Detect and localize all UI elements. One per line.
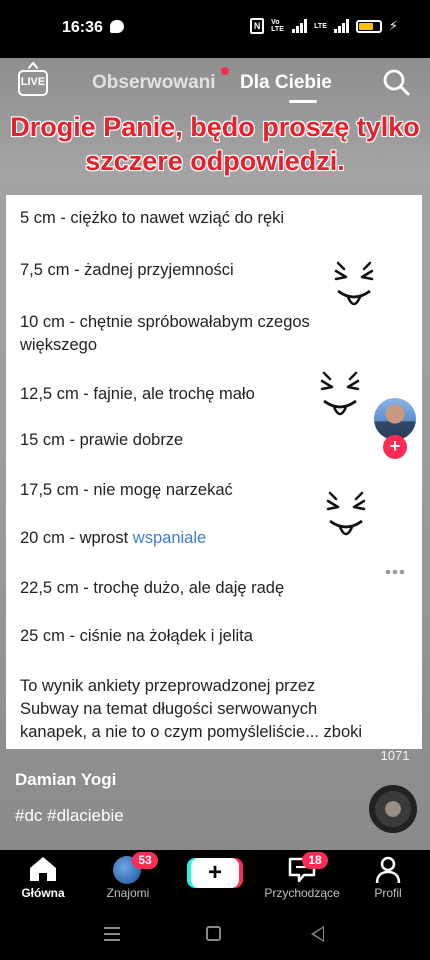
share-button[interactable] <box>372 698 418 738</box>
live-icon[interactable]: LIVE <box>18 70 48 96</box>
create-button[interactable]: + <box>191 858 239 888</box>
search-icon[interactable] <box>382 68 410 96</box>
system-nav-bar <box>0 910 430 960</box>
tongue-face-icon <box>320 371 360 416</box>
card-line: 17,5 cm - nie mogę narzekać <box>20 481 233 499</box>
nav-inbox-label: Przychodzące <box>264 886 340 900</box>
nav-friends[interactable]: 53 Znajomi <box>96 850 160 910</box>
card-line-highlight: wspaniale <box>132 529 207 547</box>
bookmark-button[interactable] <box>372 632 418 672</box>
share-icon <box>379 704 411 732</box>
card-line: 7,5 cm - żadnej przyjemności <box>20 261 234 279</box>
tongue-face-icon <box>334 261 374 306</box>
follow-button[interactable]: + <box>383 435 407 459</box>
video-hashtags[interactable]: #dc #dlaciebie <box>15 806 124 826</box>
home-icon <box>30 857 56 881</box>
video-caption-title: Drogie Panie, będo proszę tylko szczere … <box>10 112 420 176</box>
friends-badge: 53 <box>132 852 158 869</box>
recent-apps-icon[interactable] <box>104 927 120 945</box>
bookmark-icon <box>383 637 407 667</box>
home-button-icon[interactable] <box>206 926 221 941</box>
lte-icon: LTE <box>314 22 327 30</box>
card-line: To wynik ankiety przeprowadzonej przez S… <box>20 677 363 741</box>
card-line: 22,5 cm - trochę dużo, ale daję radę <box>20 579 285 597</box>
status-bar: 16:36 N Vo LTE LTE ⚡ <box>0 0 430 58</box>
card-line: 15 cm - prawie dobrze <box>20 431 184 449</box>
active-tab-indicator <box>289 100 317 103</box>
status-time: 16:36 <box>62 19 103 36</box>
nav-profile[interactable]: Profil <box>362 850 414 910</box>
charging-icon: ⚡ <box>388 18 398 33</box>
nav-inbox[interactable]: 18 Przychodzące <box>256 850 348 910</box>
nav-friends-label: Znajomi <box>106 886 150 900</box>
share-count: 1071 <box>380 748 410 763</box>
music-disc[interactable] <box>369 785 417 833</box>
nav-profile-label: Profil <box>374 886 402 900</box>
new-content-dot <box>221 67 229 75</box>
nav-home-label: Główna <box>21 886 65 900</box>
top-nav: LIVE Obserwowani Dla Ciebie <box>0 58 430 108</box>
comment-count: 54 <box>387 601 403 616</box>
like-count: 893 <box>384 524 406 539</box>
profile-icon <box>375 856 401 884</box>
card-line-text: 20 cm - wprost <box>20 529 129 547</box>
volte-icon: Vo LTE <box>271 19 284 33</box>
signal-icon-2 <box>333 19 349 33</box>
heart-icon <box>377 484 413 515</box>
comment-icon <box>378 558 412 590</box>
card-line: 12,5 cm - fajnie, ale trochę mało <box>20 385 255 403</box>
inbox-badge: 18 <box>302 852 328 869</box>
video-player[interactable]: LIVE Obserwowani Dla Ciebie Drogie Panie… <box>0 58 430 850</box>
nfc-icon: N <box>250 18 265 34</box>
card-line: 5 cm - ciężko to nawet wziąć do ręki <box>20 209 285 227</box>
video-text-card: 5 cm - ciężko to nawet wziąć do ręki 7,5… <box>6 195 422 749</box>
status-icons: N Vo LTE LTE ⚡ <box>250 18 398 34</box>
card-line: 25 cm - ciśnie na żołądek i jelita <box>20 627 253 645</box>
battery-icon <box>355 19 382 33</box>
nav-home[interactable]: Główna <box>10 850 76 910</box>
tab-following[interactable]: Obserwowani <box>92 72 216 94</box>
like-button[interactable] <box>372 480 418 520</box>
signal-icon <box>292 19 308 33</box>
bottom-nav: Główna 53 Znajomi + 18 Przychodzące Prof… <box>0 850 430 910</box>
back-icon[interactable] <box>311 926 324 942</box>
card-line: 20 cm - wprost wspaniale <box>20 527 206 550</box>
card-line: 10 cm - chętnie spróbowałabym czegos wię… <box>20 313 310 354</box>
author-name[interactable]: Damian Yogi <box>15 770 116 790</box>
comment-button[interactable] <box>372 554 418 594</box>
tab-for-you[interactable]: Dla Ciebie <box>240 72 332 94</box>
bookmark-count: 251 <box>384 672 406 687</box>
chat-notification-icon <box>110 20 124 33</box>
